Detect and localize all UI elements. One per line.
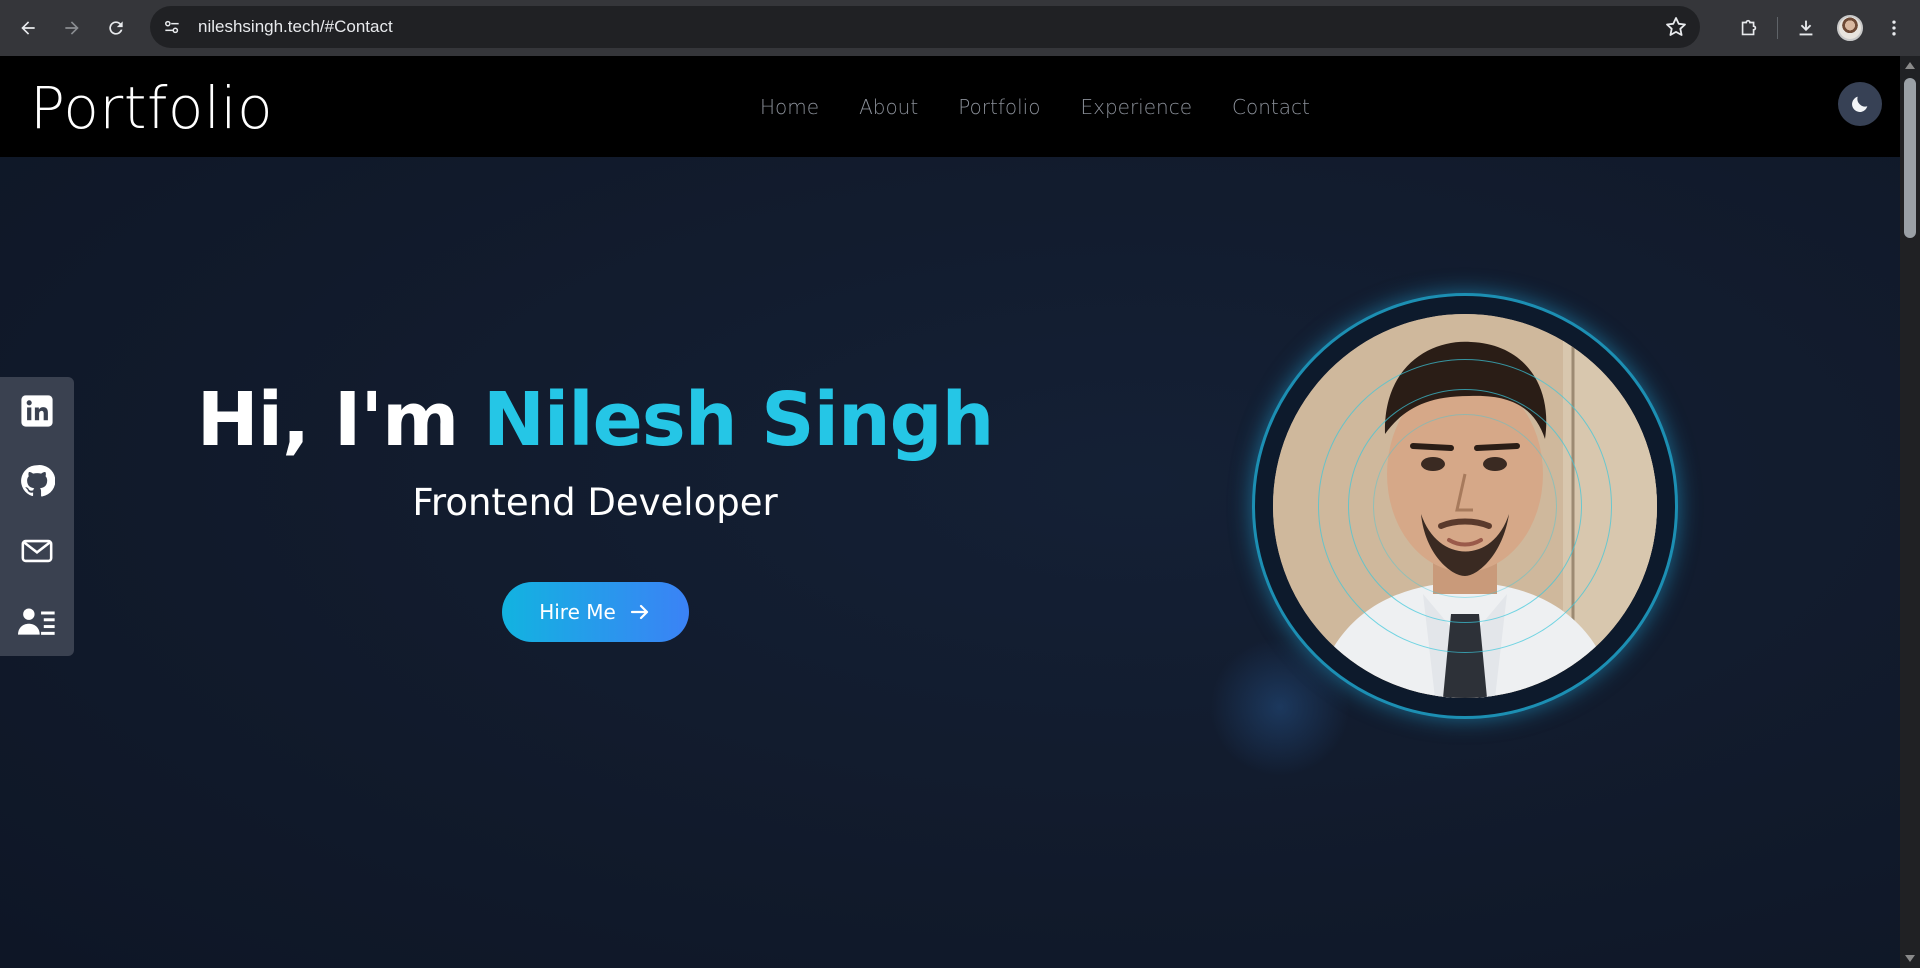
- downloads-button[interactable]: [1784, 6, 1828, 50]
- name-text: Nilesh Singh: [482, 377, 994, 463]
- profile-button[interactable]: [1828, 6, 1872, 50]
- scroll-down-arrow[interactable]: [1905, 955, 1915, 962]
- url-text[interactable]: nileshsingh.tech/#Contact: [198, 17, 393, 37]
- site-header: Portfolio Home About Portfolio Experienc…: [0, 56, 1900, 157]
- browser-menu-button[interactable]: [1872, 6, 1916, 50]
- star-icon[interactable]: [1664, 15, 1688, 39]
- theme-toggle-button[interactable]: [1838, 82, 1882, 126]
- arrow-right-icon: [630, 604, 648, 620]
- browser-toolbar: nileshsingh.tech/#Contact: [0, 0, 1920, 56]
- forward-button[interactable]: [50, 6, 94, 50]
- nav-about[interactable]: About: [859, 95, 918, 119]
- extensions-button[interactable]: [1727, 6, 1771, 50]
- moon-icon: [1852, 96, 1868, 112]
- email-link[interactable]: [17, 531, 57, 571]
- github-link[interactable]: [17, 461, 57, 501]
- site-info-button[interactable]: [154, 9, 190, 45]
- download-icon: [1799, 20, 1813, 36]
- back-button[interactable]: [6, 6, 50, 50]
- hero-headline: Hi, I'm Nilesh Singh: [0, 377, 1190, 463]
- profile-photo-frame: [1252, 293, 1678, 719]
- github-icon: [21, 465, 55, 497]
- arrow-right-icon: [65, 21, 79, 35]
- toolbar-separator: [1777, 17, 1778, 39]
- address-bar[interactable]: nileshsingh.tech/#Contact: [150, 6, 1700, 48]
- toolbar-right: [1727, 6, 1920, 50]
- avatar: [1837, 15, 1863, 41]
- reload-button[interactable]: [94, 6, 138, 50]
- social-sidebar: [0, 377, 74, 656]
- puzzle-icon: [1741, 19, 1757, 36]
- tune-icon: [165, 20, 179, 34]
- scroll-up-arrow[interactable]: [1905, 62, 1915, 69]
- scroll-thumb[interactable]: [1904, 78, 1916, 238]
- reload-icon: [109, 21, 123, 35]
- hire-me-label: Hire Me: [539, 600, 616, 624]
- hire-me-button[interactable]: Hire Me: [502, 582, 689, 642]
- hero-section: Hi, I'm Nilesh Singh Frontend Developer …: [0, 157, 1900, 968]
- arrow-left-icon: [21, 21, 35, 35]
- nav-contact[interactable]: Contact: [1232, 95, 1310, 119]
- main-nav: Home About Portfolio Experience Contact: [760, 56, 1310, 157]
- page-scrollbar[interactable]: [1900, 56, 1920, 968]
- role-text: Frontend Developer: [412, 481, 778, 524]
- resume-icon: [18, 608, 55, 635]
- decorative-ring: [1373, 414, 1557, 598]
- linkedin-link[interactable]: [17, 391, 57, 431]
- greeting-text: Hi, I'm: [196, 377, 483, 463]
- nav-portfolio[interactable]: Portfolio: [958, 95, 1040, 119]
- mail-icon: [21, 539, 53, 563]
- kebab-menu-icon: [1892, 20, 1896, 36]
- profile-photo: [1273, 314, 1657, 698]
- brand-logo[interactable]: Portfolio: [30, 74, 273, 142]
- resume-link[interactable]: [17, 601, 57, 641]
- nav-home[interactable]: Home: [760, 95, 819, 119]
- nav-experience[interactable]: Experience: [1080, 95, 1192, 119]
- linkedin-icon: [21, 395, 53, 427]
